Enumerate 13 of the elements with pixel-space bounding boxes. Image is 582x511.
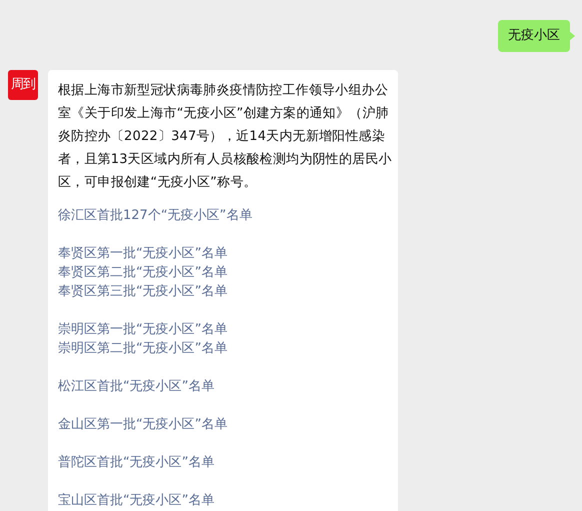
list-link[interactable]: 奉贤区第三批“无疫小区”名单	[58, 282, 228, 301]
list-link[interactable]: 奉贤区第一批“无疫小区”名单	[58, 244, 228, 263]
list-link[interactable]: 崇明区第一批“无疫小区”名单	[58, 320, 228, 339]
list-link[interactable]: 徐汇区首批127个“无疫小区”名单	[58, 206, 252, 225]
avatar-logo[interactable]: 周到	[8, 70, 38, 100]
list-link[interactable]: 宝山区首批“无疫小区”名单	[58, 491, 214, 510]
bubble-tail	[569, 31, 575, 41]
list-link[interactable]: 奉贤区第二批“无疫小区”名单	[58, 263, 228, 282]
list-link[interactable]: 松江区首批“无疫小区”名单	[58, 377, 214, 396]
list-link[interactable]: 崇明区第二批“无疫小区”名单	[58, 339, 228, 358]
list-link[interactable]: 普陀区首批“无疫小区”名单	[58, 453, 214, 472]
list-link[interactable]: 金山区第一批“无疫小区”名单	[58, 415, 228, 434]
message-paragraph: 根据上海市新型冠状病毒肺炎疫情防控工作领导小组办公室《关于印发上海市“无疫小区”创建方案的通知》（沪肺炎防控办〔2022〕347号），近14天内无新增阳性感染者，且第13天区域内所有人员核酸检测均为阴性的居民小区，可申报创建“无疫小区”称号。	[58, 82, 392, 192]
